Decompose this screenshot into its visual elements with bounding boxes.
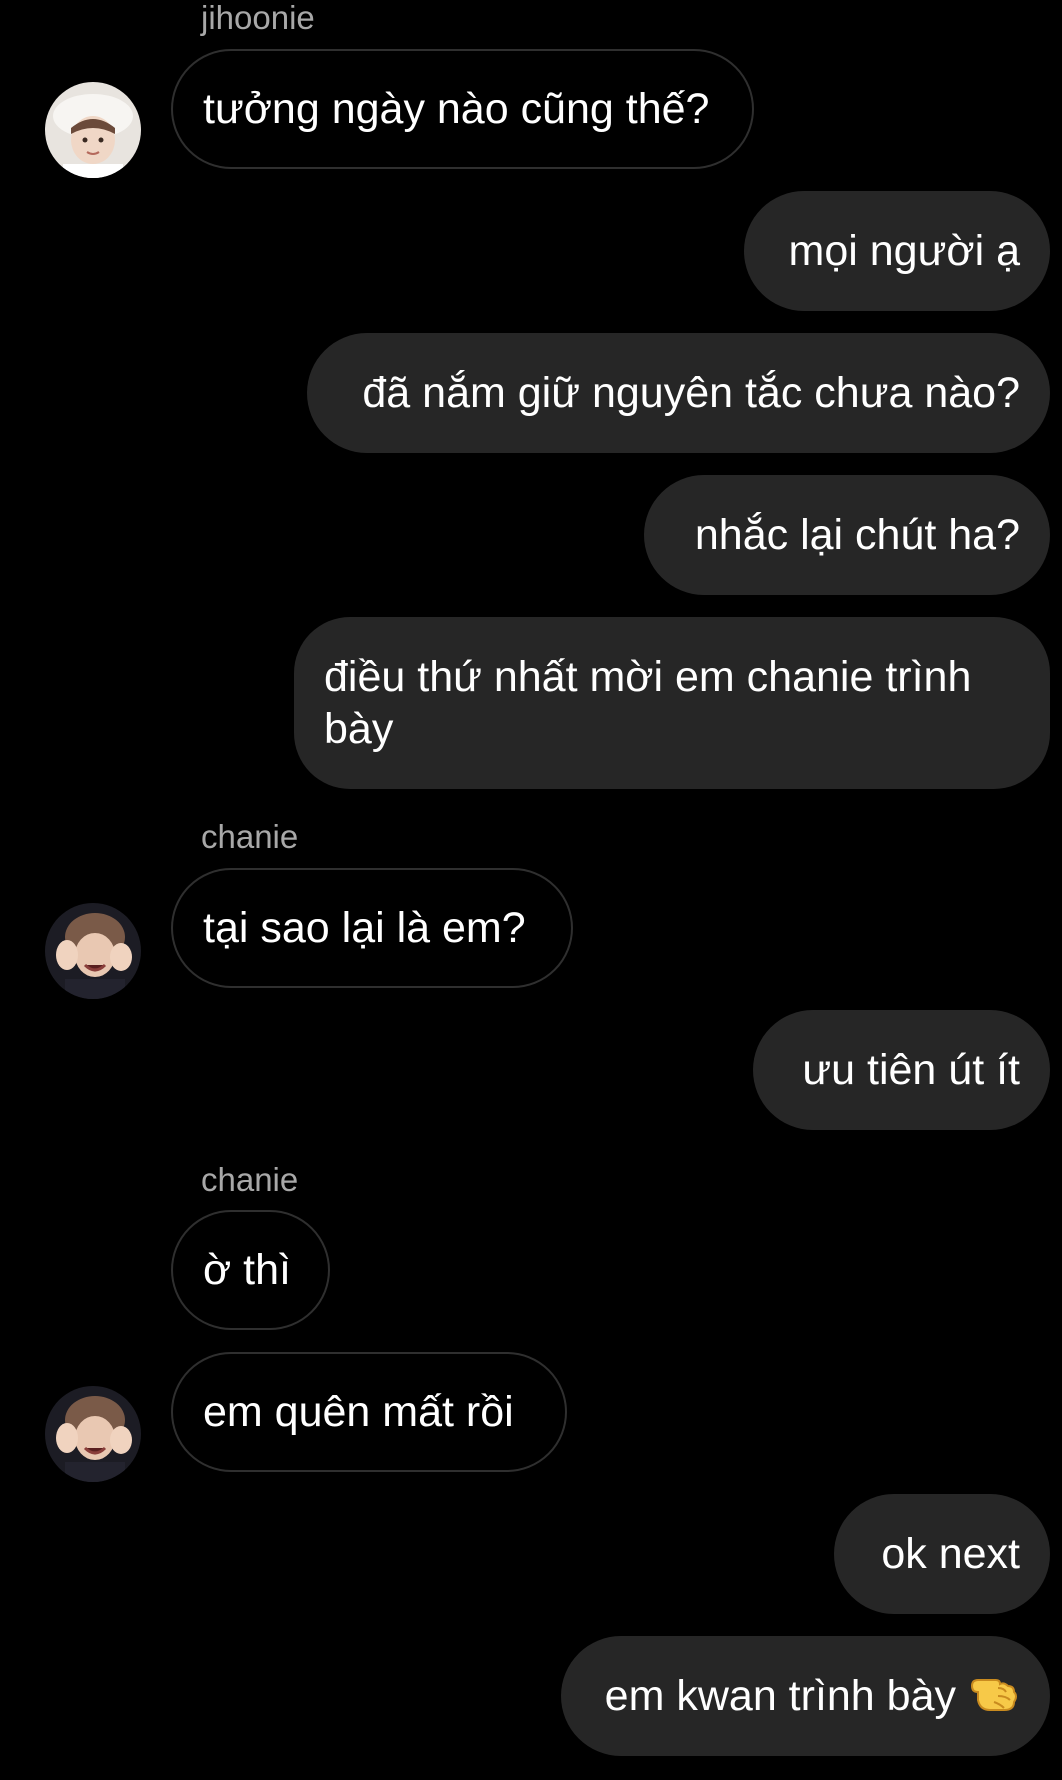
- avatar-chanie[interactable]: [45, 903, 141, 999]
- avatar-chanie[interactable]: [45, 1386, 141, 1482]
- message-bubble-outgoing[interactable]: ok next: [834, 1494, 1050, 1614]
- message-bubble-outgoing[interactable]: ưu tiên út ít: [753, 1010, 1050, 1130]
- message-text: mọi người ạ: [788, 227, 1020, 275]
- message-text: tưởng ngày nào cũng thế?: [203, 85, 710, 133]
- message-bubble-outgoing[interactable]: điều thứ nhất mời em chanie trình bày: [294, 617, 1050, 789]
- sender-name: chanie: [201, 818, 299, 855]
- message-text: ok next: [881, 1530, 1020, 1578]
- message-bubble-incoming[interactable]: tại sao lại là em?: [171, 868, 573, 988]
- message-bubble-incoming[interactable]: tưởng ngày nào cũng thế?: [171, 49, 754, 169]
- message-bubble-outgoing[interactable]: mọi người ạ: [744, 191, 1050, 311]
- message-text: em kwan trình bày: [604, 1672, 956, 1720]
- message-text: tại sao lại là em?: [203, 904, 526, 952]
- message-bubble-outgoing[interactable]: nhắc lại chút ha?: [644, 475, 1050, 595]
- message-text: điều thứ nhất mời em chanie trình bày: [324, 653, 972, 753]
- message-bubble-outgoing[interactable]: đã nắm giữ nguyên tắc chưa nào?: [307, 333, 1050, 453]
- message-text: đã nắm giữ nguyên tắc chưa nào?: [362, 369, 1020, 417]
- backhand-index-pointing-left-icon: [968, 1664, 1020, 1728]
- message-text: em quên mất rồi: [203, 1388, 514, 1436]
- message-bubble-outgoing[interactable]: em kwan trình bày: [561, 1636, 1050, 1756]
- sender-name: chanie: [201, 1161, 299, 1198]
- message-text: nhắc lại chút ha?: [694, 511, 1020, 559]
- message-bubble-incoming[interactable]: em quên mất rồi: [171, 1352, 567, 1472]
- sender-name: jihoonie: [201, 0, 315, 36]
- chat-thread: jihoonie tưởng ngày nào cũng thế? mọi ng…: [0, 0, 1062, 1780]
- message-text: ờ thì: [203, 1246, 291, 1294]
- message-text: ưu tiên út ít: [802, 1046, 1020, 1094]
- message-bubble-incoming[interactable]: ờ thì: [171, 1210, 330, 1330]
- avatar-jihoonie[interactable]: [45, 82, 141, 178]
